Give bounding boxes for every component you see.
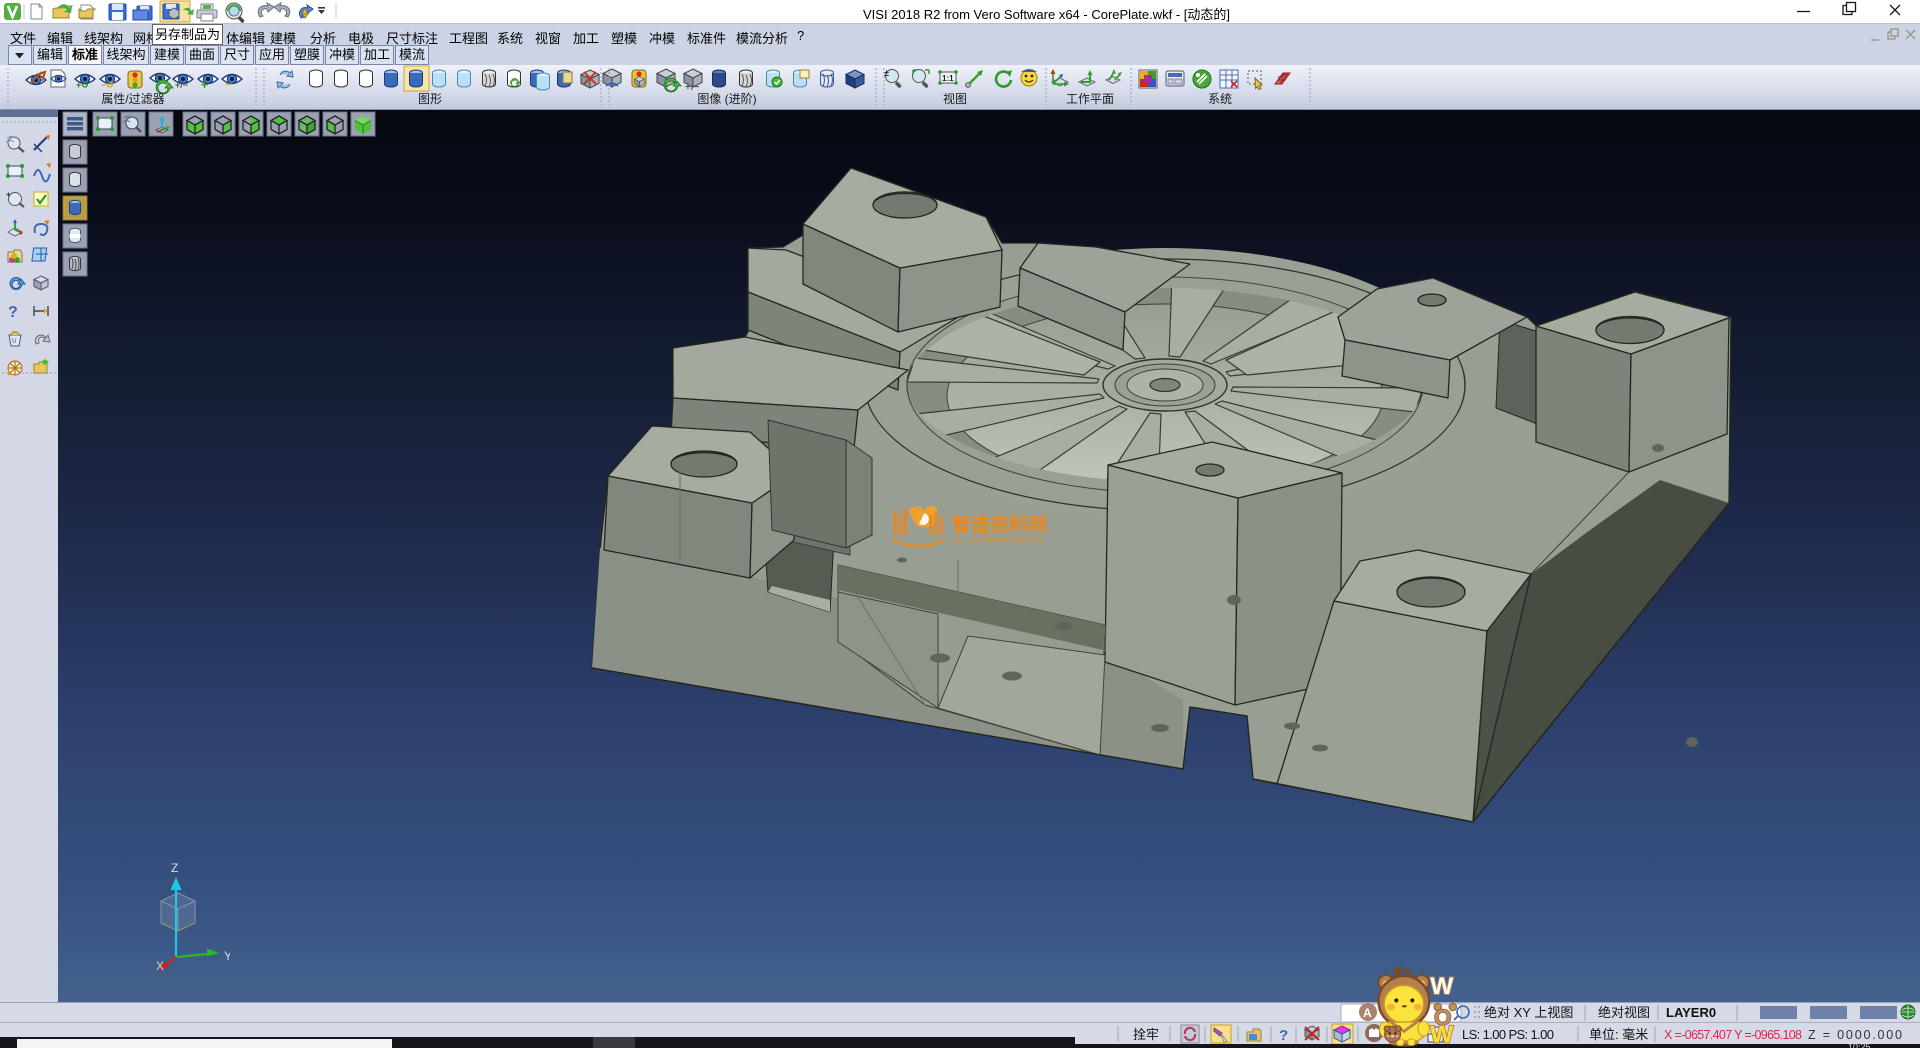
svg-text:−: − — [225, 77, 232, 91]
svg-text:绝对 XY 上视图: 绝对 XY 上视图 — [1484, 1005, 1573, 1020]
svg-text:?: ? — [1279, 1027, 1288, 1044]
svg-text:拴牢: 拴牢 — [1133, 1027, 1159, 1042]
svg-text:+: + — [201, 78, 208, 92]
svg-text:+↺: +↺ — [76, 80, 89, 90]
svg-text:视图: 视图 — [943, 91, 967, 106]
svg-text:系统: 系统 — [1208, 92, 1232, 106]
svg-text:INTELLIGENT MANUFACTURING DATA: INTELLIGENT MANUFACTURING DATA — [953, 538, 1043, 544]
svg-text:±: ± — [884, 68, 889, 78]
svg-text:绝对视图: 绝对视图 — [1598, 1005, 1650, 1020]
svg-text:1:1: 1:1 — [942, 74, 954, 83]
svg-text:+: + — [6, 190, 11, 199]
svg-text:LS: 1.00 PS: 1.00: LS: 1.00 PS: 1.00 — [1462, 1027, 1554, 1042]
svg-text:LAYER0: LAYER0 — [1666, 1005, 1716, 1020]
svg-text:智造资料网: 智造资料网 — [952, 513, 1047, 536]
svg-text:X =-0657.407 Y =-0965.108: X =-0657.407 Y =-0965.108 — [1664, 1028, 1802, 1042]
svg-text:X: X — [156, 959, 164, 970]
svg-text:Y: Y — [224, 949, 230, 963]
svg-text:−↺: −↺ — [101, 80, 114, 90]
svg-text:单位: 毫米: 单位: 毫米 — [1589, 1027, 1648, 1042]
svg-text:属性/过滤器: 属性/过滤器 — [101, 92, 164, 106]
svg-text:W: W — [1430, 973, 1454, 1000]
svg-text:工作平面: 工作平面 — [1066, 92, 1114, 106]
svg-text:Z: Z — [171, 861, 178, 875]
svg-text:图形: 图形 — [418, 92, 442, 106]
svg-text:?: ? — [8, 304, 18, 321]
svg-text:Z = 0000.000: Z = 0000.000 — [1808, 1028, 1902, 1042]
svg-text:+/−: +/− — [175, 80, 188, 90]
svg-text:W: W — [1430, 1022, 1454, 1048]
svg-text:图像 (进阶): 图像 (进阶) — [697, 92, 756, 106]
